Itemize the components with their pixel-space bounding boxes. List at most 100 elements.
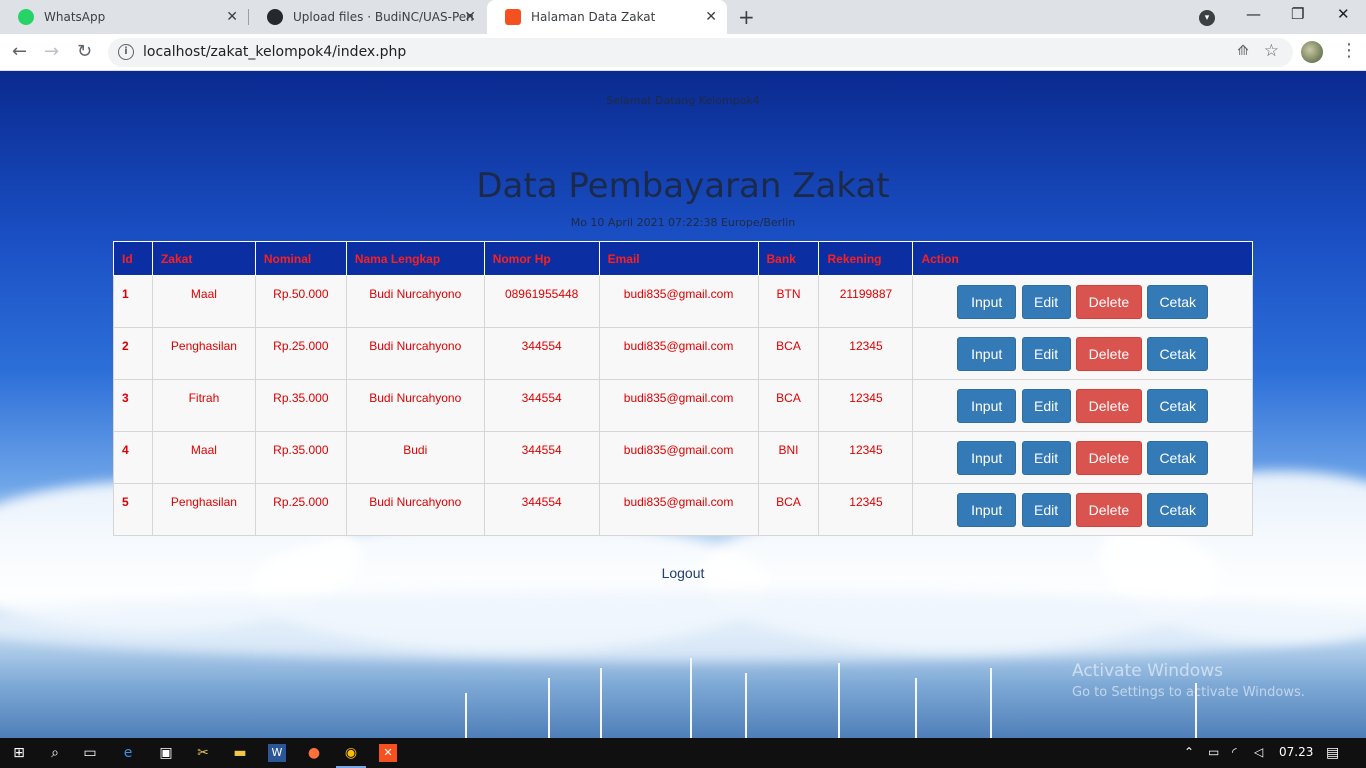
cetak-button[interactable]: Cetak [1147, 493, 1209, 527]
cetak-button[interactable]: Cetak [1147, 389, 1209, 423]
wifi-icon[interactable]: ◜ [1232, 745, 1237, 759]
file-explorer-icon[interactable]: ▬ [231, 744, 249, 762]
cloud-decoration [0, 591, 1366, 661]
edit-button[interactable]: Edit [1021, 389, 1071, 423]
close-icon[interactable]: ✕ [464, 9, 476, 25]
tab-title: Upload files · BudiNC/UAS-Pemrc [293, 10, 473, 24]
table-row: 3 Fitrah Rp.35.000 Budi Nurcahyono 34455… [113, 379, 1253, 432]
cell-bank: BCA [757, 327, 820, 380]
delete-button[interactable]: Delete [1075, 441, 1142, 475]
chevron-up-icon[interactable]: ⌃ [1184, 745, 1194, 759]
table-row: 5 Penghasilan Rp.25.000 Budi Nurcahyono … [113, 483, 1253, 536]
url-text[interactable]: localhost/zakat_kelompok4/index.php [143, 44, 406, 60]
edit-button[interactable]: Edit [1021, 285, 1071, 319]
back-arrow-icon[interactable]: ← [12, 41, 27, 62]
cell-nominal: Rp.35.000 [254, 431, 347, 484]
cell-nama: Budi Nurcahyono [345, 379, 485, 432]
cell-zakat: Fitrah [151, 379, 256, 432]
watermark-line1: Activate Windows [1072, 661, 1223, 681]
task-view-icon[interactable]: ▭ [81, 744, 99, 762]
input-button[interactable]: Input [957, 337, 1017, 371]
edit-button[interactable]: Edit [1021, 337, 1071, 371]
taskbar-clock[interactable]: 07.23 [1279, 745, 1313, 759]
new-tab-icon[interactable]: + [738, 5, 755, 29]
xampp-icon [505, 9, 521, 25]
turbine-decoration [838, 663, 840, 738]
store-icon[interactable]: ▣ [157, 744, 175, 762]
edge-icon[interactable]: e [119, 744, 137, 762]
table-row: 1 Maal Rp.50.000 Budi Nurcahyono 0896195… [113, 275, 1253, 328]
page-date: Mo 10 April 2021 07:22:38 Europe/Berlin [570, 216, 796, 229]
firefox-icon[interactable]: ● [305, 744, 323, 762]
close-window-icon[interactable]: ✕ [1337, 5, 1350, 23]
input-button[interactable]: Input [957, 441, 1017, 475]
battery-icon[interactable]: ▭ [1208, 745, 1219, 759]
zakat-table: Id Zakat Nominal Nama Lengkap Nomor Hp E… [113, 241, 1253, 536]
minimize-icon[interactable]: — [1246, 5, 1261, 23]
more-menu-icon[interactable]: ⋮ [1340, 40, 1358, 61]
delete-button[interactable]: Delete [1075, 285, 1142, 319]
delete-button[interactable]: Delete [1075, 493, 1142, 527]
volume-icon[interactable]: ◁ [1254, 745, 1263, 759]
cell-nominal: Rp.50.000 [254, 275, 347, 328]
word-icon[interactable]: W [268, 744, 286, 762]
tab-github[interactable]: Upload files · BudiNC/UAS-Pemrc ✕ [249, 0, 486, 34]
windows-start-icon[interactable]: ⊞ [10, 744, 28, 762]
reload-icon[interactable]: ↻ [77, 41, 92, 62]
tools-icon[interactable]: ✂ [194, 744, 212, 762]
profile-avatar[interactable] [1301, 41, 1323, 63]
whatsapp-icon [18, 9, 34, 25]
header-nominal: Nominal [254, 241, 347, 276]
logout-label[interactable]: Logout [662, 565, 705, 581]
restore-icon[interactable]: ❐ [1291, 5, 1304, 23]
cell-email: budi835@gmail.com [598, 327, 759, 380]
cell-zakat: Penghasilan [151, 327, 256, 380]
delete-button[interactable]: Delete [1075, 337, 1142, 371]
cell-rekening: 12345 [818, 483, 914, 536]
info-icon[interactable]: i [118, 44, 134, 60]
welcome-text: Selamat Datang Kelompok4 [606, 94, 760, 107]
forward-arrow-icon[interactable]: → [44, 41, 59, 62]
edit-button[interactable]: Edit [1021, 441, 1071, 475]
edit-button[interactable]: Edit [1021, 493, 1071, 527]
turbine-decoration [548, 678, 550, 738]
address-bar[interactable]: i localhost/zakat_kelompok4/index.php ⟰ … [108, 38, 1293, 67]
header-nomor-hp: Nomor Hp [483, 241, 600, 276]
translate-icon[interactable]: ⟰ [1237, 43, 1249, 59]
tab-title: Halaman Data Zakat [531, 10, 656, 24]
notification-icon[interactable]: ▤ [1326, 745, 1339, 761]
close-icon[interactable]: ✕ [705, 9, 717, 25]
cell-email: budi835@gmail.com [598, 275, 759, 328]
input-button[interactable]: Input [957, 285, 1017, 319]
cetak-button[interactable]: Cetak [1147, 441, 1209, 475]
header-action: Action [912, 241, 1253, 276]
table-row: 2 Penghasilan Rp.25.000 Budi Nurcahyono … [113, 327, 1253, 380]
logout-link[interactable]: Logout [0, 565, 1366, 581]
cell-action: Input Edit Delete Cetak [912, 275, 1253, 328]
close-icon[interactable]: ✕ [226, 9, 238, 25]
cell-id: 2 [113, 327, 153, 380]
chevron-down-icon[interactable]: ▾ [1199, 10, 1215, 26]
cell-bank: BCA [757, 379, 820, 432]
tab-data-zakat[interactable]: Halaman Data Zakat ✕ [487, 0, 727, 34]
cell-action: Input Edit Delete Cetak [912, 431, 1253, 484]
cell-nominal: Rp.35.000 [254, 379, 347, 432]
delete-button[interactable]: Delete [1075, 389, 1142, 423]
star-icon[interactable]: ☆ [1264, 41, 1279, 61]
cetak-button[interactable]: Cetak [1147, 285, 1209, 319]
cell-email: budi835@gmail.com [598, 483, 759, 536]
search-icon[interactable]: ⌕ [46, 744, 64, 762]
cell-id: 1 [113, 275, 153, 328]
chrome-icon[interactable]: ◉ [342, 744, 360, 762]
cell-id: 3 [113, 379, 153, 432]
input-button[interactable]: Input [957, 493, 1017, 527]
cetak-button[interactable]: Cetak [1147, 337, 1209, 371]
windows-taskbar: ⊞ ⌕ ▭ e ▣ ✂ ▬ W ● ◉ ✕ ⌃ ▭ ◜ ◁ 07.23 ▤ [0, 738, 1366, 768]
tab-whatsapp[interactable]: WhatsApp ✕ [0, 0, 248, 34]
cell-action: Input Edit Delete Cetak [912, 379, 1253, 432]
cell-nama: Budi [345, 431, 485, 484]
cell-nominal: Rp.25.000 [254, 327, 347, 380]
page-title: Data Pembayaran Zakat [476, 166, 890, 206]
xampp-icon[interactable]: ✕ [379, 744, 397, 762]
input-button[interactable]: Input [957, 389, 1017, 423]
